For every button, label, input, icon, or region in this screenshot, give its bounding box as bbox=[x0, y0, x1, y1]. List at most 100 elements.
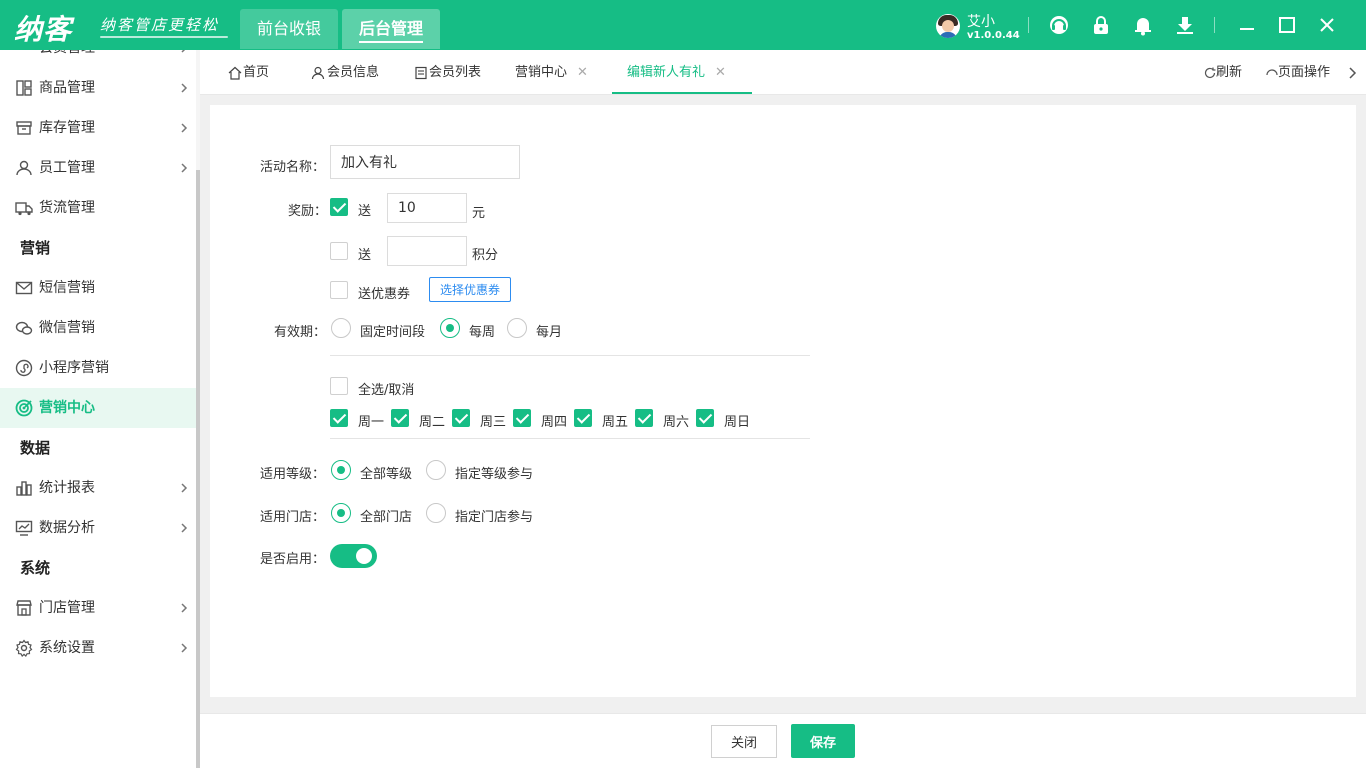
validity-label: 有效期： bbox=[274, 325, 327, 340]
validity-monthly-radio[interactable] bbox=[507, 318, 527, 338]
tab-label: 营销中心 bbox=[515, 65, 568, 80]
choose-coupon-button[interactable]: 选择优惠券 bbox=[429, 277, 511, 302]
reward-send-text: 送 bbox=[358, 248, 372, 263]
sidebar-item-settings[interactable]: 系统设置 bbox=[0, 628, 196, 668]
warehouse-icon bbox=[15, 119, 33, 137]
store-option-label: 指定门店参与 bbox=[455, 510, 534, 525]
sidebar-item-label: 统计报表 bbox=[39, 480, 95, 496]
sidebar-item-staff[interactable]: 员工管理 bbox=[0, 148, 196, 188]
app-slogan: 纳客管店更轻松 bbox=[100, 16, 220, 34]
chevron-right-icon bbox=[181, 643, 188, 653]
app-version: v1.0.0.44 bbox=[967, 30, 1020, 41]
reward-money-unit: 元 bbox=[472, 206, 486, 221]
sidebar-item-miniprogram[interactable]: 小程序营销 bbox=[0, 348, 196, 388]
select-all-checkbox[interactable] bbox=[330, 377, 348, 395]
toolbar-divider bbox=[1028, 17, 1029, 33]
select-all-label: 全选/取消 bbox=[358, 383, 415, 398]
reward-coupon-checkbox[interactable] bbox=[330, 281, 348, 299]
activity-name-label: 活动名称： bbox=[260, 160, 326, 175]
sidebar-item-label: 会员管理 bbox=[39, 50, 95, 68]
lock-icon[interactable] bbox=[1090, 14, 1112, 36]
sidebar-item-goods[interactable]: 商品管理 bbox=[0, 68, 196, 108]
weekday-label: 周一 bbox=[358, 415, 385, 430]
top-tab-admin[interactable]: 后台管理 bbox=[342, 9, 441, 49]
validity-option-label: 每月 bbox=[536, 325, 563, 340]
sidebar-item-wechat[interactable]: 微信营销 bbox=[0, 308, 196, 348]
goods-icon bbox=[15, 79, 33, 97]
chevron-right-icon bbox=[1346, 66, 1360, 80]
tab-marketing-center[interactable]: 营销中心 ✕ bbox=[515, 50, 588, 95]
close-button[interactable]: 关闭 bbox=[711, 725, 777, 758]
app-logo: 纳客 bbox=[14, 13, 73, 46]
sidebar-item-marketing-center[interactable]: 营销中心 bbox=[0, 388, 196, 428]
enabled-toggle[interactable] bbox=[330, 544, 377, 568]
chevron-right-icon bbox=[181, 163, 188, 173]
reward-money-checkbox[interactable] bbox=[330, 198, 348, 216]
weekday-sat-checkbox[interactable] bbox=[635, 409, 653, 427]
store-specific-radio[interactable] bbox=[426, 503, 446, 523]
page-operations-button[interactable]: 页面操作 bbox=[1265, 50, 1330, 95]
close-tab-icon[interactable]: ✕ bbox=[577, 65, 588, 80]
monitor-chart-icon bbox=[15, 519, 33, 537]
mail-icon bbox=[15, 279, 33, 297]
sidebar-item-stores[interactable]: 门店管理 bbox=[0, 588, 196, 628]
miniprogram-icon bbox=[15, 359, 33, 377]
close-tab-icon[interactable]: ✕ bbox=[715, 65, 726, 80]
tab-label: 编辑新人有礼 bbox=[627, 65, 706, 80]
slogan-underline bbox=[100, 36, 228, 38]
store-all-radio[interactable] bbox=[331, 503, 351, 523]
maximize-icon[interactable] bbox=[1276, 14, 1298, 36]
sidebar-item-label: 商品管理 bbox=[39, 80, 95, 96]
download-icon[interactable] bbox=[1174, 14, 1196, 36]
sidebar-item-reports[interactable]: 统计报表 bbox=[0, 468, 196, 508]
chevron-right-icon bbox=[181, 483, 188, 493]
wechat-icon bbox=[15, 319, 33, 337]
sidebar-scrollbar[interactable] bbox=[196, 170, 200, 768]
sidebar-group-data: 数据 bbox=[20, 439, 51, 457]
divider bbox=[330, 355, 810, 356]
weekday-wed-checkbox[interactable] bbox=[452, 409, 470, 427]
weekday-thu-checkbox[interactable] bbox=[513, 409, 531, 427]
refresh-button[interactable]: 刷新 bbox=[1203, 50, 1242, 95]
tab-home[interactable]: 首页 bbox=[228, 50, 269, 95]
headset-icon[interactable] bbox=[1048, 14, 1070, 36]
bell-icon[interactable] bbox=[1132, 14, 1154, 36]
refresh-icon bbox=[1203, 66, 1217, 80]
reward-points-checkbox[interactable] bbox=[330, 242, 348, 260]
reward-label: 奖励： bbox=[288, 204, 328, 219]
validity-fixed-radio[interactable] bbox=[331, 318, 351, 338]
sidebar-item-stock[interactable]: 库存管理 bbox=[0, 108, 196, 148]
minimize-icon[interactable] bbox=[1236, 14, 1258, 36]
sidebar-item-label: 营销中心 bbox=[39, 400, 95, 416]
sidebar-item-member[interactable]: 会员管理 bbox=[0, 50, 196, 68]
weekday-fri-checkbox[interactable] bbox=[574, 409, 592, 427]
weekday-sun-checkbox[interactable] bbox=[696, 409, 714, 427]
level-label: 适用等级： bbox=[260, 467, 326, 482]
avatar bbox=[936, 14, 960, 38]
tab-member-list[interactable]: 会员列表 bbox=[414, 50, 481, 95]
top-tab-cashier[interactable]: 前台收银 bbox=[240, 9, 339, 49]
sidebar-item-analysis[interactable]: 数据分析 bbox=[0, 508, 196, 548]
target-icon bbox=[15, 399, 33, 417]
weekday-mon-checkbox[interactable] bbox=[330, 409, 348, 427]
close-icon[interactable] bbox=[1316, 14, 1338, 36]
weekday-label: 周二 bbox=[419, 415, 446, 430]
tab-member-info[interactable]: 会员信息 bbox=[311, 50, 379, 95]
level-all-radio[interactable] bbox=[331, 460, 351, 480]
validity-weekly-radio[interactable] bbox=[440, 318, 460, 338]
level-specific-radio[interactable] bbox=[426, 460, 446, 480]
weekday-label: 周六 bbox=[663, 415, 690, 430]
weekday-tue-checkbox[interactable] bbox=[391, 409, 409, 427]
reward-money-input[interactable] bbox=[387, 193, 467, 223]
chevron-right-icon bbox=[181, 523, 188, 533]
sidebar-item-label: 微信营销 bbox=[39, 320, 95, 336]
sidebar-item-sms[interactable]: 短信营销 bbox=[0, 268, 196, 308]
save-button[interactable]: 保存 bbox=[791, 724, 855, 758]
reward-points-input[interactable] bbox=[387, 236, 467, 266]
page-tabs-bar: 首页 会员信息 会员列表 营销中心 ✕ 编辑新人有礼 ✕ 刷新 页面操作 bbox=[200, 50, 1366, 95]
sidebar-item-logistics[interactable]: 货流管理 bbox=[0, 188, 196, 228]
tab-edit-newcomer-gift[interactable]: 编辑新人有礼 ✕ bbox=[627, 50, 726, 95]
home-icon bbox=[228, 66, 242, 80]
activity-name-input[interactable] bbox=[330, 145, 520, 179]
sidebar-item-label: 数据分析 bbox=[39, 520, 95, 536]
